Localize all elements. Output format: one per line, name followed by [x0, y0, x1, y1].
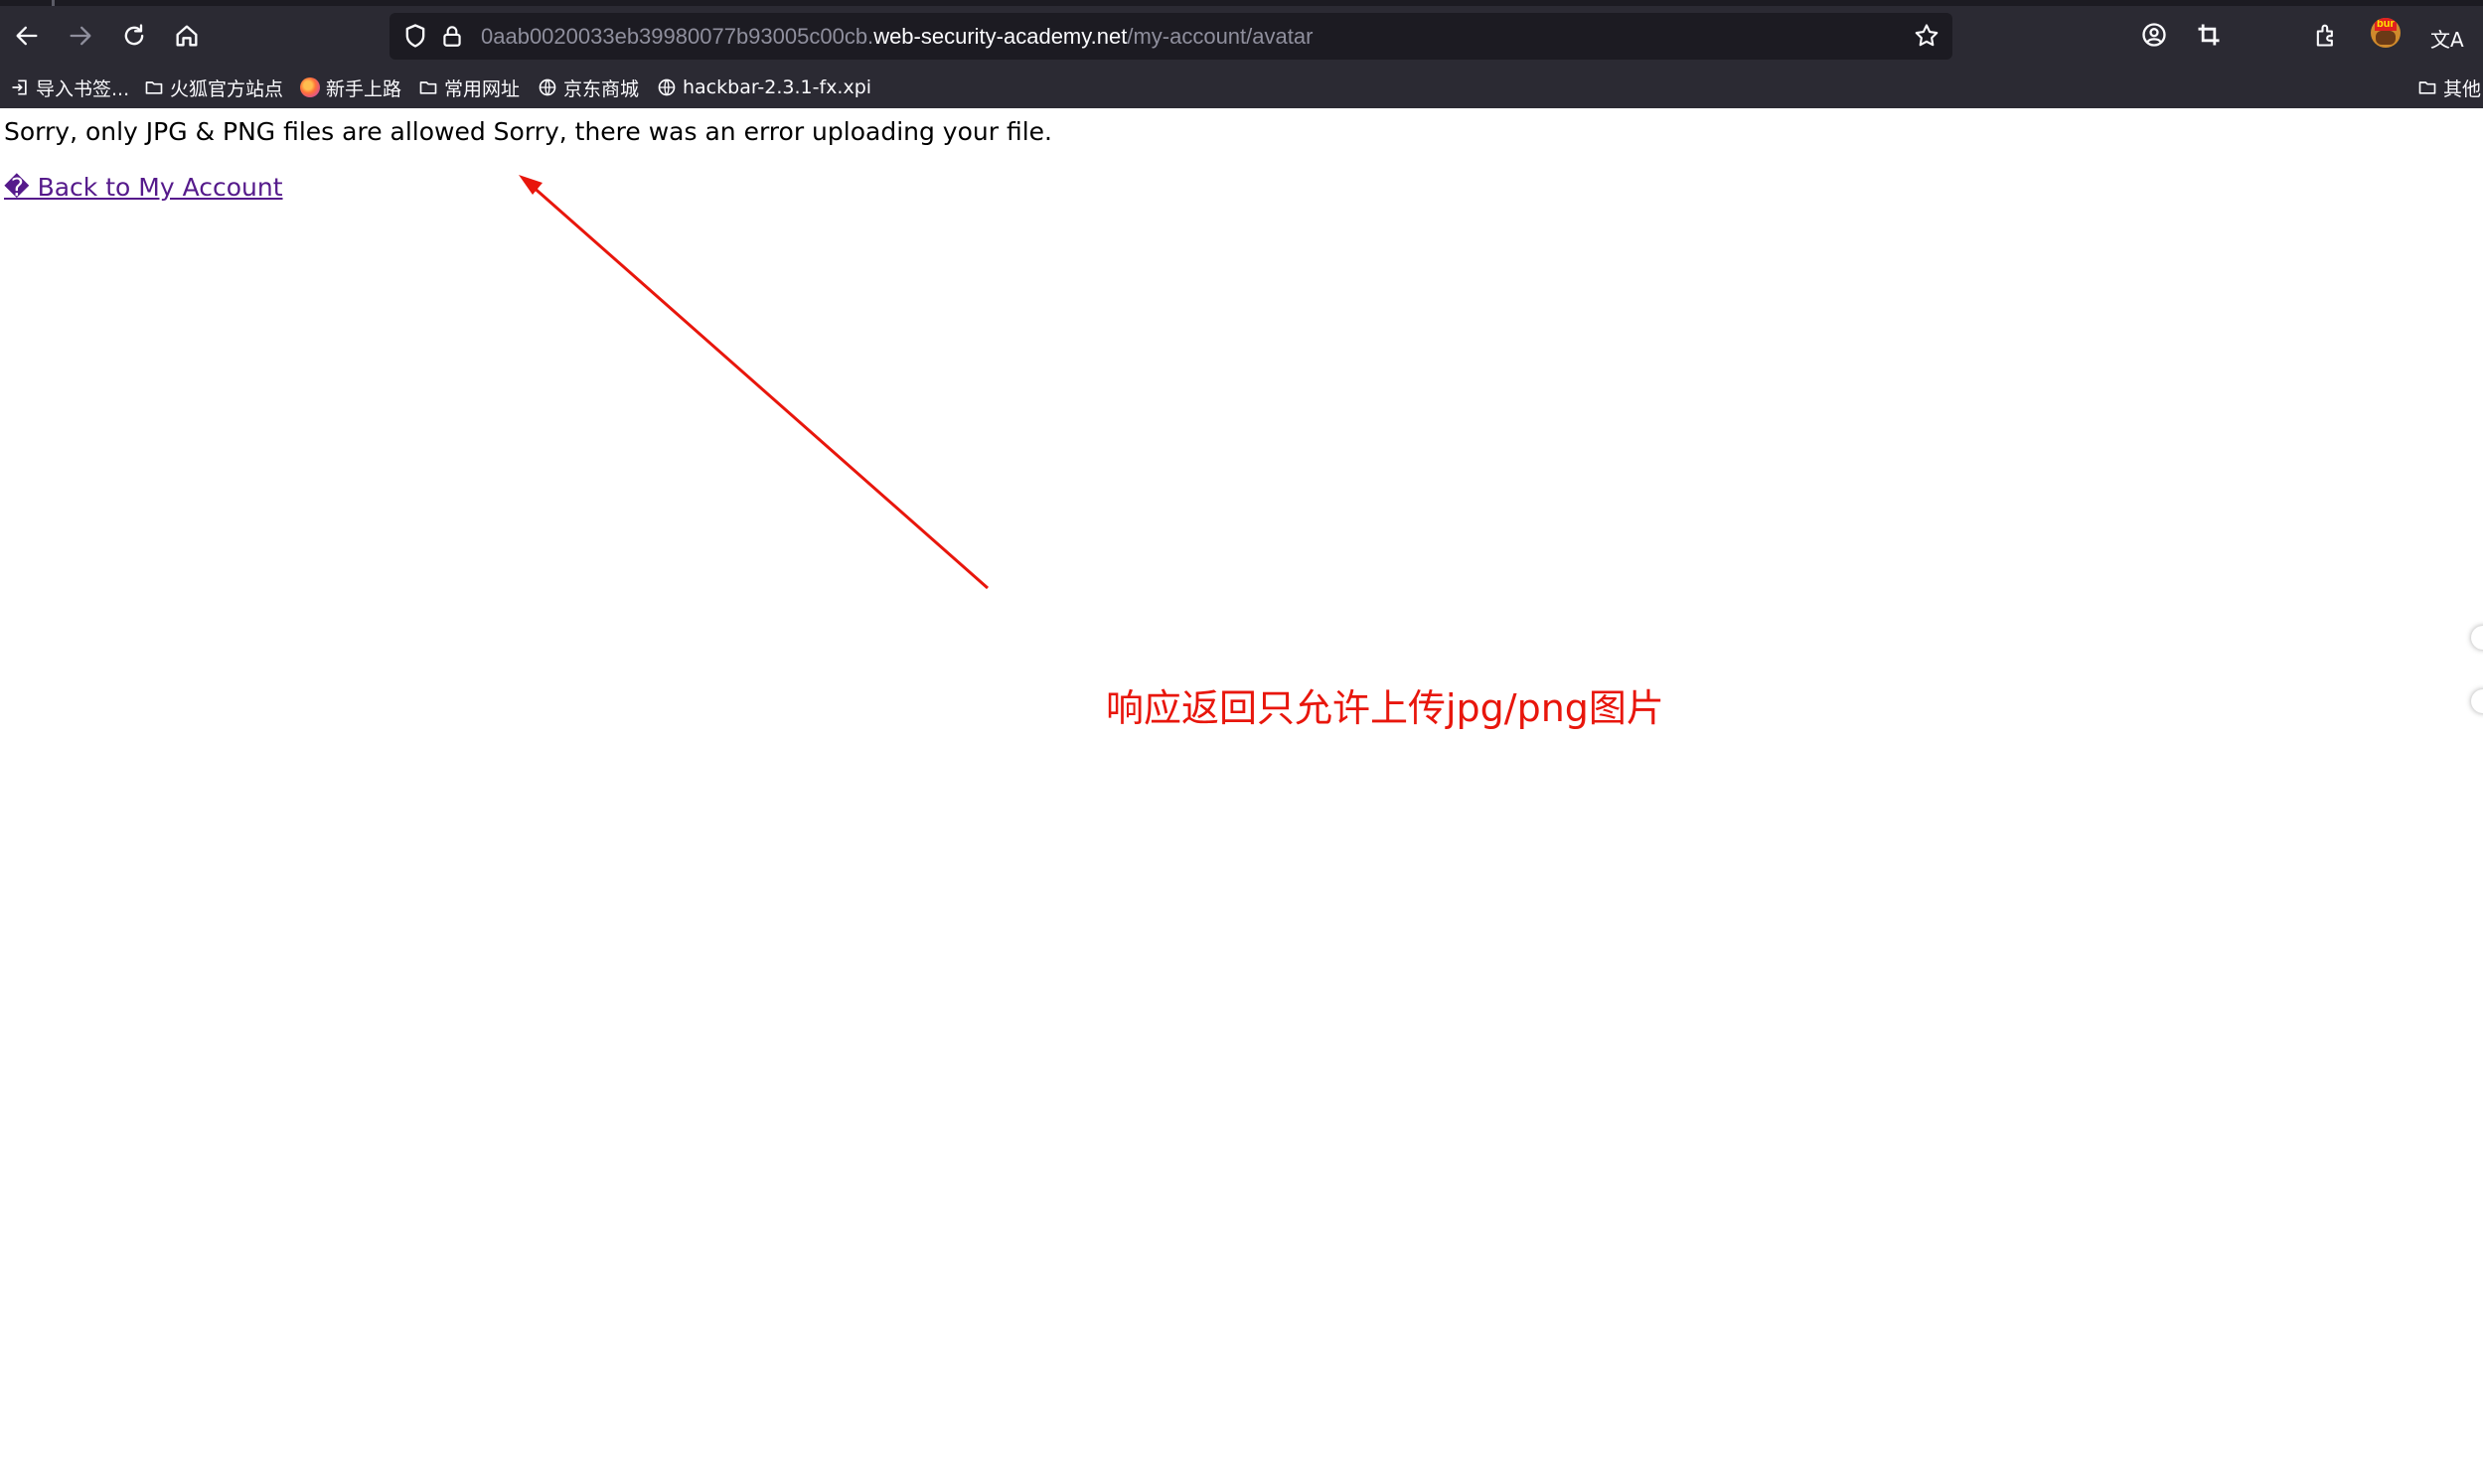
annotation-arrow — [519, 175, 989, 590]
bookmark-label: 火狐官方站点 — [170, 77, 284, 100]
burp-tag: bur — [2375, 18, 2397, 31]
tab-strip-edge — [0, 0, 2483, 6]
annotation-arrow-head — [519, 175, 543, 195]
annotation-arrow-line — [530, 183, 989, 590]
side-floating-button[interactable] — [2471, 626, 2483, 650]
annotation-text: 响应返回只允许上传jpg/png图片 — [1106, 686, 1664, 730]
url-subdomain: 0aab0020033eb39980077b93005c00cb. — [481, 24, 874, 49]
bookmark-import[interactable]: 导入书签... — [10, 71, 129, 104]
reload-icon — [124, 24, 144, 46]
bookmark-firefox-official[interactable]: 火狐官方站点 — [144, 71, 283, 104]
folder-icon — [419, 81, 437, 94]
folder-icon — [145, 81, 163, 94]
url-bar[interactable]: 0aab0020033eb39980077b93005c00cb.web-sec… — [389, 13, 1952, 60]
bookmarks-toolbar: 导入书签... 火狐官方站点 新手上路 常用网址 京东商城 hackbar-2.… — [0, 71, 2483, 104]
translate-icon[interactable]: 文A — [2430, 24, 2464, 53]
forward-arrow-icon — [70, 26, 91, 46]
url-domain: web-security-academy.net — [873, 24, 1128, 49]
tab-indicator — [52, 0, 55, 6]
url-text[interactable]: 0aab0020033eb39980077b93005c00cb.web-sec… — [481, 13, 1313, 60]
extensions-button[interactable] — [2311, 20, 2341, 50]
crop-button[interactable] — [2194, 20, 2224, 50]
burp-face — [2376, 31, 2396, 45]
lock-icon[interactable] — [439, 22, 465, 50]
account-button[interactable] — [2139, 20, 2169, 50]
burp-extension-icon[interactable]: bur — [2371, 18, 2401, 48]
reload-button[interactable] — [116, 18, 152, 54]
crop-icon — [2198, 24, 2220, 46]
bookmark-common-sites[interactable]: 常用网址 — [418, 71, 520, 104]
bookmark-label: hackbar-2.3.1-fx.xpi — [683, 76, 872, 98]
bookmark-other[interactable]: 其他 — [2417, 71, 2481, 104]
bookmark-hackbar[interactable]: hackbar-2.3.1-fx.xpi — [657, 71, 871, 104]
back-button[interactable] — [9, 18, 45, 54]
import-icon — [12, 79, 27, 95]
back-to-account-link[interactable]: � Back to My Account — [4, 173, 283, 202]
bookmark-label: 导入书签... — [36, 77, 130, 100]
tracking-protection-shield-icon[interactable] — [401, 22, 429, 50]
bookmark-getting-started[interactable]: 新手上路 — [300, 71, 401, 104]
globe-icon — [539, 78, 556, 96]
bookmark-star-icon[interactable] — [1913, 22, 1940, 50]
bookmark-label: 京东商城 — [563, 77, 640, 100]
extensions-icon — [2316, 24, 2333, 47]
bookmark-label: 常用网址 — [444, 77, 521, 100]
account-icon — [2142, 23, 2166, 47]
upload-error-message: Sorry, only JPG & PNG files are allowed … — [4, 117, 1052, 146]
bookmark-jd[interactable]: 京东商城 — [538, 71, 639, 104]
folder-icon — [2418, 81, 2436, 94]
url-path: /my-account/avatar — [1127, 24, 1314, 49]
home-button[interactable] — [169, 18, 205, 54]
side-floating-button[interactable] — [2471, 689, 2483, 713]
globe-icon — [658, 78, 676, 96]
bookmark-label: 新手上路 — [326, 77, 402, 100]
browser-chrome: 0aab0020033eb39980077b93005c00cb.web-sec… — [0, 0, 2483, 108]
firefox-icon — [300, 77, 320, 97]
home-icon — [176, 25, 198, 47]
bookmark-label: 其他 — [2443, 77, 2482, 100]
forward-button[interactable] — [63, 18, 98, 54]
back-arrow-icon — [16, 26, 38, 46]
